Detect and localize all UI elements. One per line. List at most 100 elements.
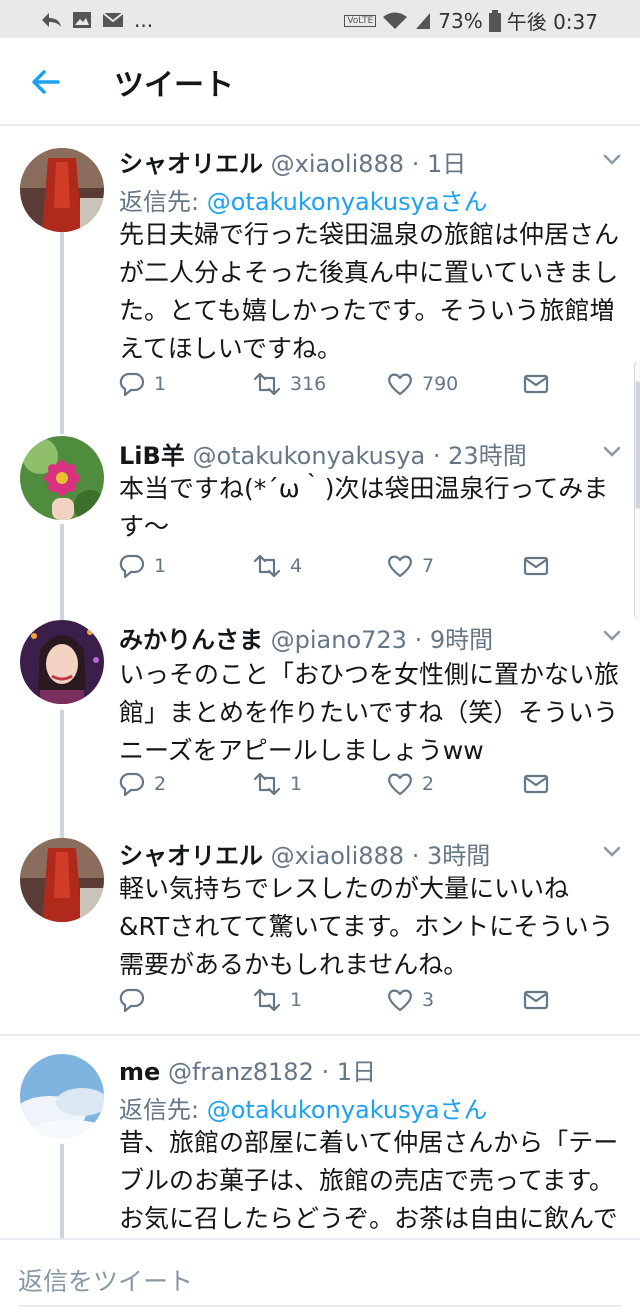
wifi-icon <box>383 12 408 29</box>
direct-message-button[interactable] <box>522 370 550 398</box>
image-notification-icon <box>73 12 91 28</box>
reply-button[interactable] <box>118 986 154 1014</box>
tweet-text: 本当ですね(*´ω｀)次は袋田温泉行ってみます〜 <box>119 474 609 541</box>
avatar[interactable] <box>20 148 104 232</box>
tweet-time: · 1日 <box>321 1058 377 1086</box>
thread-line <box>60 710 64 840</box>
reply-input-underline <box>18 1305 622 1307</box>
reply-button[interactable]: 1 <box>118 552 166 580</box>
like-count: 790 <box>422 373 459 395</box>
avatar-image <box>20 436 104 520</box>
more-notifications-dots: ... <box>134 8 154 32</box>
direct-message-button[interactable] <box>522 552 550 580</box>
volte-badge: VoLTE <box>344 14 377 27</box>
tweet-text: 軽い気持ちでレスしたのが大量にいいね&RTされてて驚いてます。ホントにそういう需… <box>119 874 614 979</box>
signal-icon <box>416 12 431 29</box>
tweet-time: · 9時間 <box>414 626 494 654</box>
display-name[interactable]: シャオリエル <box>119 842 263 870</box>
chevron-down-icon[interactable] <box>600 440 624 464</box>
tweet-text: 先日夫婦で行った袋田温泉の旅館は仲居さんが二人分よそった後真ん中に置いていきまし… <box>119 220 620 363</box>
like-count: 7 <box>422 555 435 577</box>
reply-mention-link[interactable]: @otakukonyakusyaさん <box>207 188 488 216</box>
chevron-down-icon[interactable] <box>600 624 624 648</box>
user-handle[interactable]: @franz8182 <box>168 1058 314 1086</box>
reply-notification-icon <box>42 13 61 27</box>
tweet-time: · 1日 <box>411 150 467 178</box>
reply-icon <box>119 372 145 397</box>
status-bar: ... VoLTE 73% 午後 0:37 <box>0 0 640 38</box>
avatar-image <box>20 148 104 232</box>
reply-button[interactable]: 1 <box>118 370 166 398</box>
chevron-down-icon[interactable] <box>600 840 624 864</box>
retweet-icon <box>253 988 281 1012</box>
like-button[interactable]: 7 <box>386 552 434 580</box>
like-count: 3 <box>422 989 435 1011</box>
tweet-actions: 2 1 2 <box>118 770 558 804</box>
retweet-count: 1 <box>290 773 303 795</box>
status-bar-left: ... <box>40 8 153 32</box>
tweet[interactable]: me @franz8182 · 1日 返信先: @otakukonyakusya… <box>0 1036 640 1238</box>
tweet-time: · 3時間 <box>411 842 491 870</box>
thread-line <box>60 524 64 624</box>
reply-button[interactable]: 2 <box>118 770 166 798</box>
tweet-text: いっそのこと「おひつを女性側に置かない旅館」まとめを作りたいですね（笑）そういう… <box>119 660 620 765</box>
avatar-image <box>20 838 104 922</box>
retweet-button[interactable]: 1 <box>252 986 302 1014</box>
display-name[interactable]: みかりんさま <box>119 626 263 654</box>
avatar[interactable] <box>20 1054 104 1138</box>
tweet-actions: 1 4 7 <box>118 552 558 586</box>
tweet[interactable]: みかりんさま @piano723 · 9時間 いっそのこと「おひつを女性側に置か… <box>0 614 640 840</box>
tweet-header: シャオリエル @xiaoli888 · 1日 <box>119 144 466 179</box>
reply-count: 2 <box>154 773 167 795</box>
tweet[interactable]: シャオリエル @xiaoli888 · 3時間 軽い気持ちでレスしたのが大量にい… <box>0 830 640 1034</box>
display-name[interactable]: LiB羊 <box>119 442 185 470</box>
back-arrow-icon <box>32 70 60 94</box>
mail-icon <box>523 374 549 394</box>
retweet-icon <box>253 372 281 396</box>
avatar[interactable] <box>20 436 104 520</box>
reply-icon <box>119 988 145 1013</box>
thread-line <box>60 1144 64 1238</box>
heart-icon <box>388 773 412 796</box>
user-handle[interactable]: @xiaoli888 <box>271 842 404 870</box>
chevron-down-icon[interactable] <box>600 148 624 172</box>
thread-line <box>60 418 64 434</box>
thread-line <box>60 232 64 432</box>
heart-icon <box>388 373 412 396</box>
mail-icon <box>523 990 549 1010</box>
retweet-button[interactable]: 1 <box>252 770 302 798</box>
tweet-actions: 1 316 790 <box>118 370 558 404</box>
avatar-image <box>20 1054 104 1138</box>
display-name[interactable]: シャオリエル <box>119 150 263 178</box>
reply-context: 返信先: @otakukonyakusyaさん <box>119 1090 488 1125</box>
retweet-button[interactable]: 4 <box>252 552 302 580</box>
page-title: ツイート <box>114 68 234 103</box>
user-handle[interactable]: @otakukonyakusya <box>192 442 425 470</box>
tweet-time: · 23時間 <box>432 442 527 470</box>
back-button[interactable] <box>28 64 64 100</box>
heart-icon <box>388 555 412 578</box>
retweet-button[interactable]: 316 <box>252 370 326 398</box>
tweet[interactable]: シャオリエル @xiaoli888 · 1日 返信先: @otakukonyak… <box>0 128 640 432</box>
like-button[interactable]: 790 <box>386 370 458 398</box>
reply-mention-link[interactable]: @otakukonyakusyaさん <box>207 1096 488 1124</box>
mail-icon <box>523 556 549 576</box>
reply-icon <box>119 772 145 797</box>
user-handle[interactable]: @xiaoli888 <box>271 150 404 178</box>
display-name[interactable]: me <box>119 1058 160 1086</box>
scroll-indicator[interactable] <box>634 360 640 620</box>
mail-icon <box>523 774 549 794</box>
tweet[interactable]: LiB羊 @otakukonyakusya · 23時間 本当ですね(*´ω｀)… <box>0 418 640 624</box>
battery-percent: 73% <box>438 8 483 33</box>
user-handle[interactable]: @piano723 <box>271 626 407 654</box>
battery-icon <box>488 9 501 32</box>
like-button[interactable]: 3 <box>386 986 434 1014</box>
avatar[interactable] <box>20 838 104 922</box>
retweet-count: 316 <box>290 373 327 395</box>
direct-message-button[interactable] <box>522 986 550 1014</box>
avatar[interactable] <box>20 620 104 704</box>
like-button[interactable]: 2 <box>386 770 434 798</box>
top-bar: ツイート <box>0 38 640 126</box>
reply-input[interactable]: 返信をツイート <box>18 1262 193 1298</box>
direct-message-button[interactable] <box>522 770 550 798</box>
